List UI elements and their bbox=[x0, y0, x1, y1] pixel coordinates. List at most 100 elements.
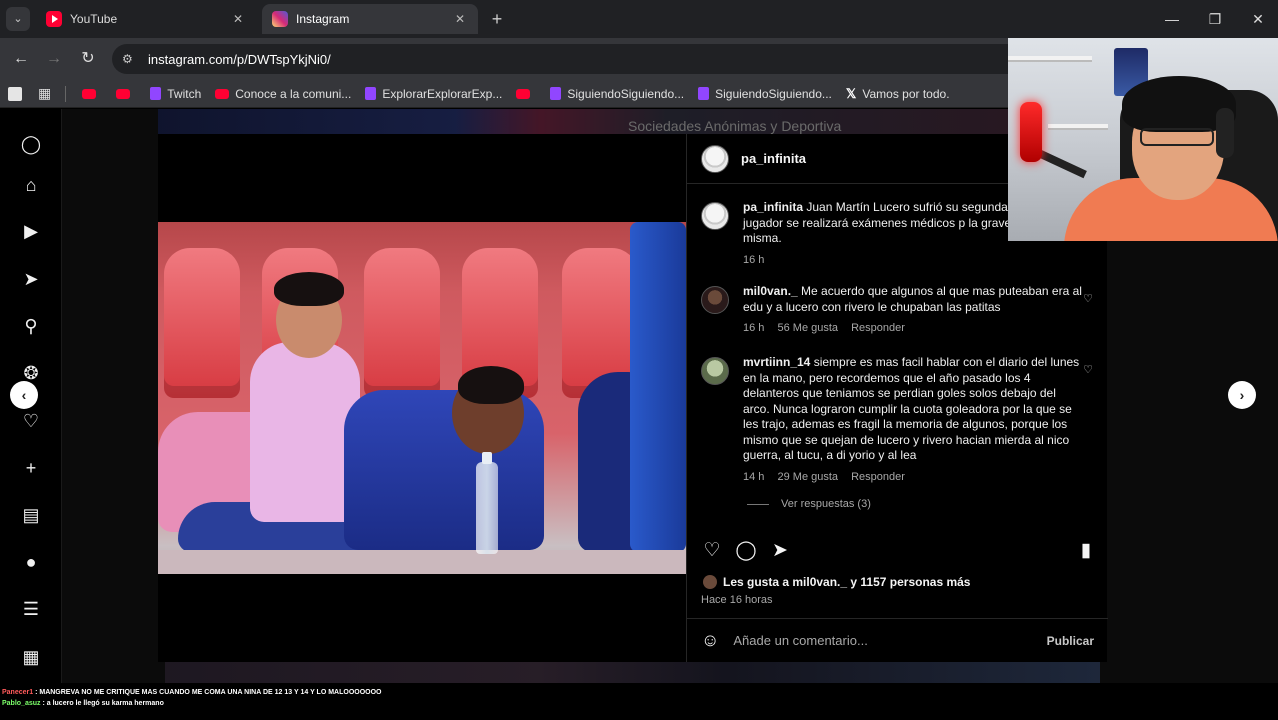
bookmark-conoce[interactable]: Conoce a la comuni... bbox=[215, 87, 351, 101]
comment-likes[interactable]: 56 Me gusta bbox=[777, 322, 838, 334]
water-bottle bbox=[476, 452, 498, 554]
youtube-icon bbox=[82, 88, 97, 99]
comment-likes[interactable]: 29 Me gusta bbox=[777, 471, 838, 483]
author-avatar[interactable] bbox=[701, 202, 729, 230]
home-icon[interactable]: ⌂ bbox=[19, 173, 43, 197]
bookmark-youtube-3[interactable] bbox=[516, 88, 536, 99]
search-icon[interactable]: ⚲ bbox=[19, 314, 43, 338]
add-comment-bar: ☺ Publicar bbox=[687, 618, 1108, 662]
twitch-icon bbox=[550, 87, 562, 100]
tab-groups-grid-icon[interactable]: ▦ bbox=[38, 85, 51, 102]
url-text: instagram.com/p/DWTspYkjNi0/ bbox=[148, 51, 331, 67]
post-photo bbox=[158, 222, 686, 574]
player-hair bbox=[274, 272, 344, 306]
red-microphone bbox=[1020, 102, 1042, 162]
twitch-icon bbox=[150, 87, 162, 100]
comment-input[interactable] bbox=[733, 633, 1047, 648]
comment-item: mil0van._ Me acuerdo que algunos al que … bbox=[701, 284, 1101, 337]
save-bookmark-icon[interactable]: ▮ bbox=[1075, 540, 1097, 562]
tab-search-chevron-icon[interactable]: ⌄ bbox=[6, 7, 30, 31]
bookmark-label: Vamos por todo. bbox=[862, 86, 950, 101]
bookmark-label: SiguiendoSiguiendo... bbox=[567, 86, 685, 101]
previous-post-chevron-left-icon[interactable]: ‹ bbox=[10, 381, 38, 409]
youtube-icon bbox=[116, 88, 131, 99]
apps-square-icon[interactable] bbox=[8, 86, 22, 101]
bookmark-label: SiguiendoSiguiendo... bbox=[715, 86, 832, 101]
caption-username[interactable]: pa_infinita bbox=[743, 200, 803, 214]
more-menu-icon[interactable]: ☰ bbox=[19, 597, 43, 621]
close-tab-icon[interactable]: ✕ bbox=[452, 12, 468, 26]
restore-window-icon[interactable]: ❐ bbox=[1201, 8, 1229, 30]
comment-like-heart-icon[interactable]: ♡ bbox=[1083, 363, 1093, 376]
comment-bubble-icon[interactable]: ◯ bbox=[735, 540, 757, 562]
chat-username: Pablo_asuz bbox=[2, 699, 41, 707]
shelf bbox=[1008, 56, 1092, 62]
caption-time: 16 h bbox=[743, 253, 765, 266]
commenter-avatar[interactable] bbox=[701, 286, 729, 314]
comment-time: 14 h bbox=[743, 470, 765, 483]
reply-button[interactable]: Responder bbox=[851, 322, 905, 334]
author-username[interactable]: pa_infinita bbox=[741, 151, 806, 166]
likes-summary[interactable]: Les gusta a mil0van._ y 1157 personas má… bbox=[703, 575, 970, 589]
floor bbox=[158, 550, 686, 574]
comment-username[interactable]: mil0van._ bbox=[743, 284, 798, 298]
emoji-icon[interactable]: ☺ bbox=[701, 630, 719, 651]
bookmark-siguiendo-1[interactable]: SiguiendoSiguiendo... bbox=[550, 87, 684, 101]
comment-time: 16 h bbox=[743, 322, 765, 334]
publish-button[interactable]: Publicar bbox=[1047, 634, 1094, 648]
post-media[interactable] bbox=[158, 134, 686, 662]
author-avatar[interactable] bbox=[701, 144, 729, 173]
messages-icon[interactable]: ➤ bbox=[19, 267, 43, 291]
share-send-icon[interactable]: ➤ bbox=[769, 540, 791, 562]
comment-text: siempre es mas facil hablar con el diari… bbox=[743, 355, 1080, 462]
tab-youtube[interactable]: YouTube ✕ bbox=[36, 4, 256, 34]
bookmark-youtube-2[interactable] bbox=[116, 88, 136, 99]
youtube-icon bbox=[516, 88, 531, 99]
close-window-icon[interactable]: ✕ bbox=[1244, 8, 1272, 30]
stream-chat-overlay: Panecer1 : MANGREVA NO ME CRITIQUE MAS C… bbox=[0, 684, 1278, 720]
bookmark-twitch[interactable]: Twitch bbox=[150, 87, 201, 101]
back-arrow-icon[interactable]: ← bbox=[10, 48, 32, 70]
site-settings-icon[interactable]: ⚙ bbox=[122, 52, 140, 66]
x-icon: 𝕏 bbox=[845, 85, 857, 101]
dashboard-icon[interactable]: ▤ bbox=[19, 503, 43, 527]
instagram-logo-icon[interactable]: ◯ bbox=[19, 132, 43, 156]
bookmark-separator bbox=[65, 85, 67, 102]
background-feed-top: Sociedades Anónimas y Deportiva bbox=[158, 109, 1008, 134]
tab-title: YouTube bbox=[70, 12, 118, 26]
forward-arrow-icon[interactable]: → bbox=[43, 48, 65, 70]
comment-username[interactable]: mvrtiinn_14 bbox=[743, 355, 810, 369]
liker-avatar bbox=[703, 575, 717, 589]
view-replies-label: Ver respuestas (3) bbox=[781, 498, 871, 510]
player-hair bbox=[458, 366, 524, 404]
twitch-icon bbox=[365, 87, 377, 100]
tab-instagram[interactable]: Instagram ✕ bbox=[262, 4, 478, 34]
stadium-seat bbox=[164, 248, 240, 398]
commenter-avatar[interactable] bbox=[701, 357, 729, 385]
like-heart-icon[interactable]: ♡ bbox=[701, 540, 723, 562]
profile-avatar-icon[interactable]: ● bbox=[19, 550, 43, 574]
likes-text: Les gusta a mil0van._ y 1157 personas má… bbox=[723, 575, 971, 589]
next-post-chevron-right-icon[interactable]: › bbox=[1228, 381, 1256, 409]
notifications-heart-icon[interactable]: ♡ bbox=[19, 409, 43, 433]
minimize-window-icon[interactable]: — bbox=[1158, 8, 1186, 30]
create-plus-icon[interactable]: + bbox=[19, 456, 43, 480]
comment-like-heart-icon[interactable]: ♡ bbox=[1083, 292, 1093, 305]
bookmark-siguiendo-2[interactable]: SiguiendoSiguiendo... bbox=[698, 87, 832, 101]
staff-member bbox=[630, 222, 686, 552]
bookmark-youtube-1[interactable] bbox=[82, 88, 102, 99]
also-from-meta-icon[interactable]: ▦ bbox=[19, 645, 43, 669]
youtube-icon bbox=[215, 88, 230, 99]
close-tab-icon[interactable]: ✕ bbox=[230, 12, 246, 26]
reply-button[interactable]: Responder bbox=[851, 471, 905, 483]
bookmark-vamos[interactable]: 𝕏 Vamos por todo. bbox=[846, 86, 950, 102]
new-tab-plus-icon[interactable]: + bbox=[486, 8, 508, 30]
post-time: Hace 16 horas bbox=[701, 594, 773, 606]
bookmark-label: Twitch bbox=[167, 86, 202, 101]
reels-icon[interactable]: ▶ bbox=[19, 219, 43, 243]
reload-icon[interactable]: ↻ bbox=[77, 48, 99, 70]
post-actions: ♡ ◯ ➤ ▮ bbox=[687, 536, 1108, 566]
view-replies-button[interactable]: Ver respuestas (3) bbox=[747, 498, 871, 510]
bookmark-explorar[interactable]: ExplorarExplorarExp... bbox=[365, 87, 502, 101]
tab-title: Instagram bbox=[296, 12, 350, 26]
